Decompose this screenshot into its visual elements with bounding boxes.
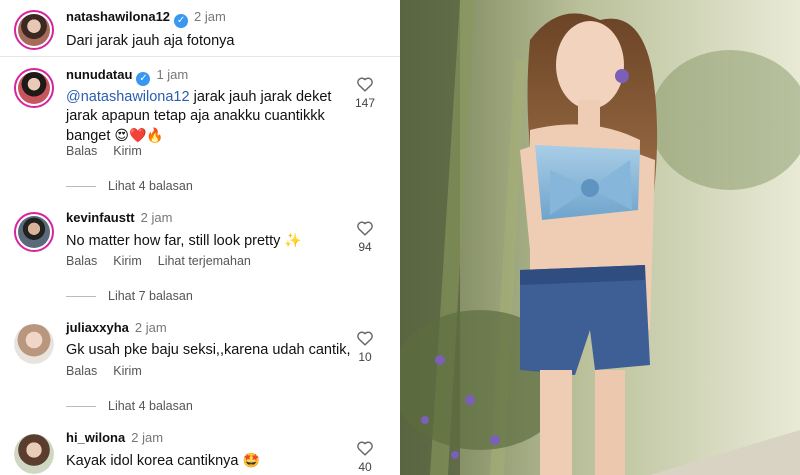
comment-item: hi_wilona 2 jam Kayak idol korea cantikny…: [0, 420, 400, 475]
replies-line: [66, 406, 96, 408]
timestamp: 2 jam: [140, 210, 173, 225]
like-count: 94: [358, 240, 372, 254]
heart-outline-icon: [357, 221, 373, 236]
translate-button[interactable]: Lihat terjemahan: [158, 254, 251, 268]
verified-badge-icon: ✓: [174, 14, 189, 28]
comment-meta: natashawilona12 ✓ 2 jam: [66, 9, 226, 28]
like-count: 147: [354, 96, 376, 110]
view-replies-label: Lihat 7 balasan: [108, 289, 193, 303]
username[interactable]: hi_wilona: [66, 430, 125, 445]
like-button[interactable]: 94: [352, 220, 378, 254]
comment-text: Gk usah pke baju seksi,,karena udah cant…: [66, 342, 351, 358]
comment-text: @natashawilona12 jarak jauh jarak deket …: [66, 88, 336, 146]
view-replies-button[interactable]: Lihat 4 balasan: [66, 399, 193, 413]
divider: [0, 56, 400, 57]
sparkles-emoji: ✨: [284, 232, 302, 248]
comment-item: nunudatau ✓ 1 jam @natashawilona12 jarak j…: [0, 58, 400, 198]
like-count: 10: [358, 350, 372, 364]
comment-meta: juliaxxyha 2 jam: [66, 320, 167, 335]
view-replies-button[interactable]: Lihat 7 balasan: [66, 289, 193, 303]
comment-item: natashawilona12 ✓ 2 jam Dari jarak jauh aj…: [0, 0, 400, 57]
comment-text: Kayak idol korea cantiknya 🤩: [66, 451, 336, 471]
like-button[interactable]: 40: [352, 440, 378, 474]
comment-body: No matter how far, still look pretty: [66, 233, 281, 249]
comment-meta: kevinfaustt 2 jam: [66, 210, 172, 225]
comment-actions: Balas Kirim Lihat terjemahan: [66, 254, 267, 268]
comment-body: Kayak idol korea cantiknya: [66, 453, 239, 469]
photo-illustration: [400, 0, 800, 475]
username[interactable]: juliaxxyha: [66, 320, 129, 335]
reply-button[interactable]: Balas: [66, 364, 97, 378]
heart-outline-icon: [357, 441, 373, 456]
comment-text: No matter how far, still look pretty ✨: [66, 231, 336, 251]
comment-meta: nunudatau ✓ 1 jam: [66, 67, 188, 86]
like-button[interactable]: 147: [352, 76, 378, 110]
reply-button[interactable]: Balas: [66, 144, 97, 158]
comment-emoji: 😍❤️🔥: [114, 127, 164, 143]
view-replies-label: Lihat 4 balasan: [108, 179, 193, 193]
like-button[interactable]: 10: [352, 330, 378, 364]
timestamp: 1 jam: [156, 67, 189, 82]
like-count: 40: [358, 460, 372, 474]
comment-emoji: 🤩: [242, 452, 260, 468]
comment-actions: Balas Kirim: [66, 364, 158, 378]
replies-line: [66, 296, 96, 298]
username[interactable]: nunudatau: [66, 67, 132, 82]
mention-link[interactable]: @natashawilona12: [66, 89, 190, 105]
send-button[interactable]: Kirim: [113, 144, 141, 158]
replies-line: [66, 186, 96, 188]
comment-actions: Balas Kirim: [66, 144, 158, 158]
timestamp: 2 jam: [134, 320, 167, 335]
avatar[interactable]: [14, 68, 54, 108]
username[interactable]: natashawilona12: [66, 9, 170, 24]
heart-outline-icon: [357, 331, 373, 346]
view-replies-label: Lihat 4 balasan: [108, 399, 193, 413]
reply-button[interactable]: Balas: [66, 254, 97, 268]
avatar[interactable]: [14, 10, 54, 50]
avatar[interactable]: [14, 434, 54, 474]
comment-meta: hi_wilona 2 jam: [66, 430, 163, 445]
send-button[interactable]: Kirim: [113, 364, 141, 378]
verified-badge-icon: ✓: [136, 72, 151, 86]
avatar[interactable]: [14, 324, 54, 364]
username[interactable]: kevinfaustt: [66, 210, 135, 225]
heart-outline-icon: [357, 77, 373, 92]
comment-item: kevinfaustt 2 jam No matter how far, stil…: [0, 200, 400, 310]
avatar[interactable]: [14, 212, 54, 252]
comment-text: Dari jarak jauh aja fotonya: [66, 33, 235, 49]
timestamp: 2 jam: [194, 9, 226, 24]
view-replies-button[interactable]: Lihat 4 balasan: [66, 179, 193, 193]
comments-panel: natashawilona12 ✓ 2 jam Dari jarak jauh aj…: [0, 0, 400, 475]
post-photo: [400, 0, 800, 475]
comment-item: juliaxxyha 2 jam Gk usah pke baju seksi,,…: [0, 310, 400, 420]
timestamp: 2 jam: [131, 430, 164, 445]
send-button[interactable]: Kirim: [113, 254, 141, 268]
